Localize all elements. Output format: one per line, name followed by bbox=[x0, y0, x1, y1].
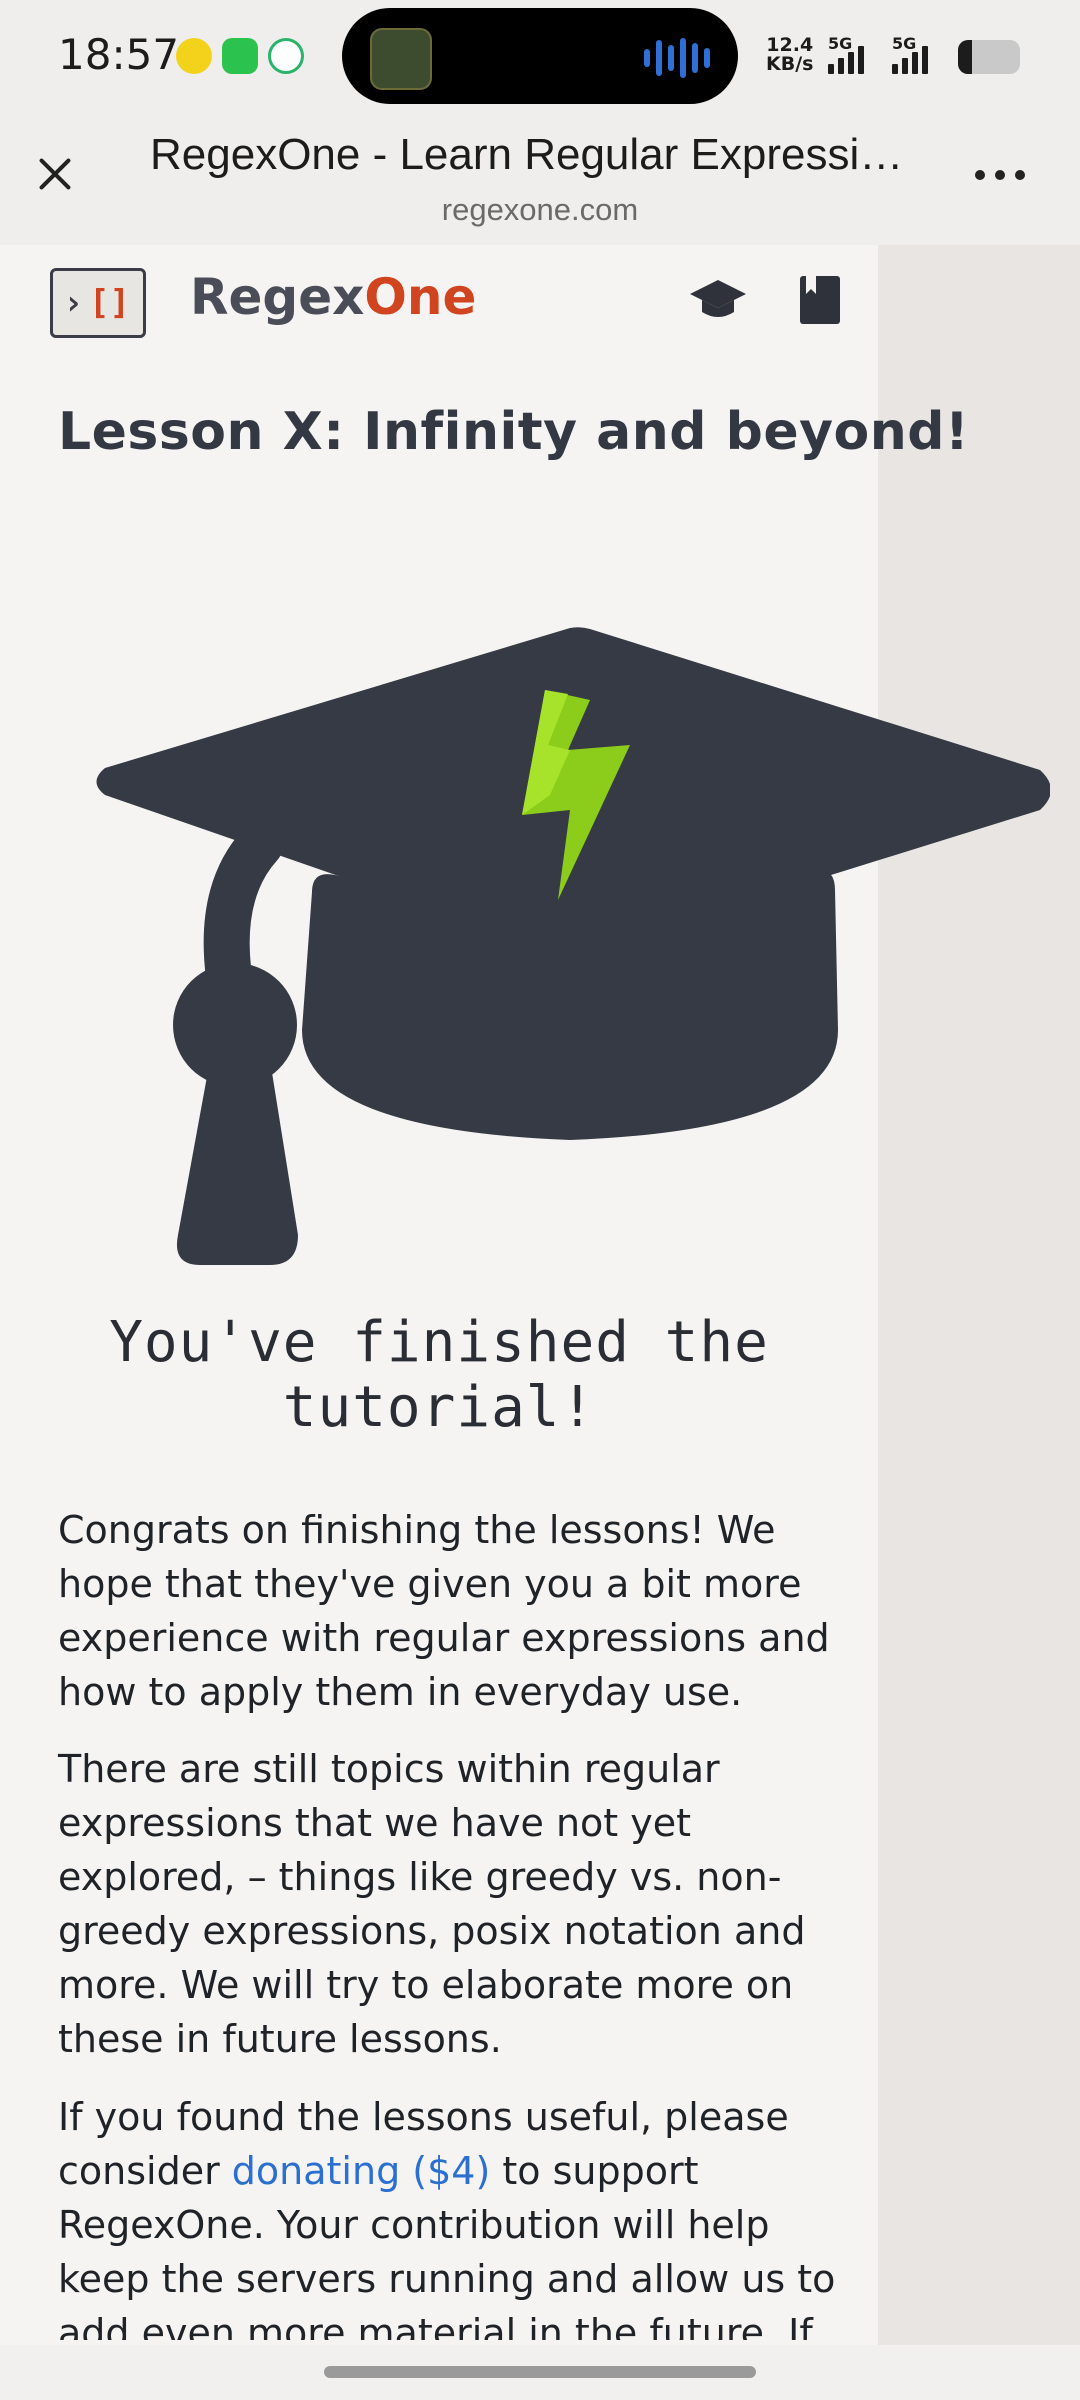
graduation-cap-icon[interactable] bbox=[688, 270, 748, 330]
page-title: RegexOne - Learn Regular Expressions wit… bbox=[150, 130, 920, 179]
media-artwork-icon bbox=[370, 28, 432, 90]
signal-1-label: 5G bbox=[828, 34, 853, 53]
book-icon[interactable] bbox=[790, 270, 850, 330]
signal-2-label: 5G bbox=[892, 34, 917, 53]
dynamic-island bbox=[342, 8, 738, 104]
more-options-icon[interactable] bbox=[975, 170, 1035, 190]
status-bar: 18:57 12.4 KB/s 5G 5G bbox=[0, 0, 1080, 115]
signal-icon-2: 5G bbox=[892, 34, 952, 74]
site-logo[interactable]: › [] bbox=[50, 268, 146, 338]
brand-part-2: One bbox=[364, 268, 477, 326]
home-indicator[interactable] bbox=[324, 2366, 756, 2378]
finished-heading: You've finished the tutorial! bbox=[109, 1310, 769, 1440]
logo-brackets: [] bbox=[89, 283, 130, 323]
donate-link[interactable]: donating ($4) bbox=[232, 2149, 491, 2193]
brand-part-1: Regex bbox=[190, 268, 365, 326]
status-time: 18:57 bbox=[58, 30, 180, 79]
network-speed: 12.4 KB/s bbox=[766, 36, 813, 74]
app-notification-icon bbox=[176, 38, 212, 74]
battery-icon bbox=[958, 40, 1020, 74]
topics-paragraph: There are still topics within regular ex… bbox=[58, 1747, 806, 2061]
app-notification-icon-2 bbox=[268, 38, 304, 74]
audio-wave-icon bbox=[644, 38, 710, 78]
site-brand[interactable]: RegexOne bbox=[190, 268, 476, 326]
wechat-icon bbox=[222, 38, 258, 74]
close-icon[interactable] bbox=[30, 150, 78, 198]
notification-icons bbox=[176, 38, 304, 74]
side-strip bbox=[878, 245, 1080, 2345]
network-speed-unit: KB/s bbox=[766, 53, 814, 75]
donation-paragraph: If you found the lessons useful, please … bbox=[58, 2090, 838, 2340]
logo-chevron: › bbox=[63, 283, 84, 323]
graduation-cap-illustration-icon bbox=[96, 627, 1050, 1265]
lesson-title: Lesson X: Infinity and beyond! bbox=[58, 402, 970, 462]
page-url: regexone.com bbox=[441, 192, 639, 227]
signal-icon-1: 5G bbox=[828, 34, 888, 74]
congrats-paragraph: Congrats on finishing the lessons! We ho… bbox=[58, 1508, 830, 1714]
